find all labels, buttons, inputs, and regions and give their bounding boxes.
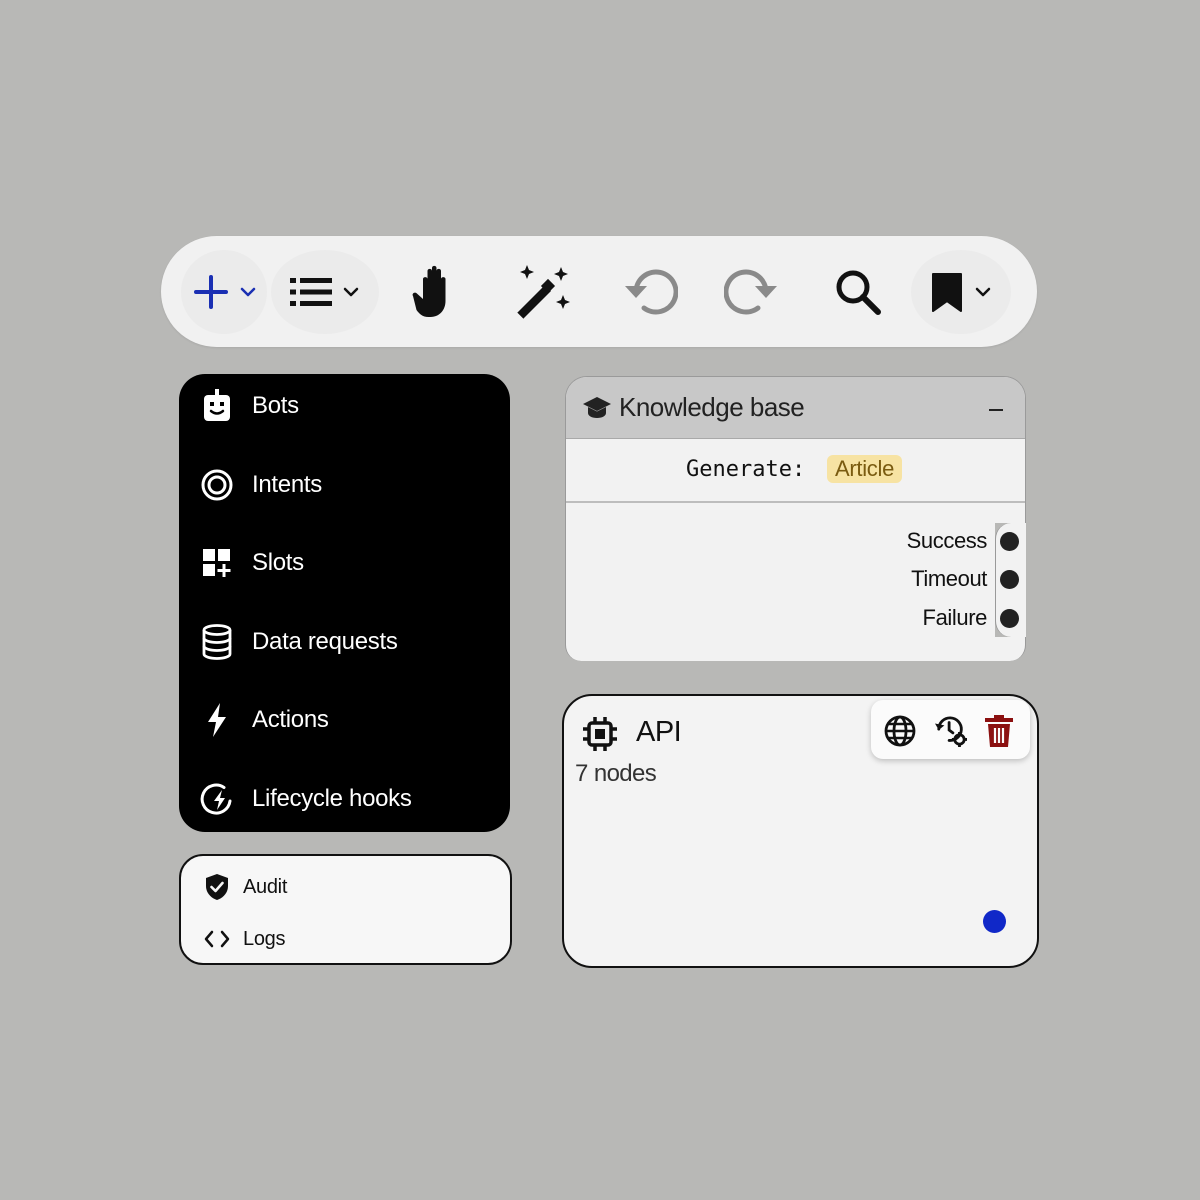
magic-wand-icon	[516, 265, 570, 320]
history-settings-button[interactable]	[935, 715, 967, 747]
list-button[interactable]	[271, 250, 379, 334]
sidebar-item-data-requests[interactable]: Data requests	[179, 614, 510, 670]
sidebar-item-lifecycle-hooks[interactable]: Lifecycle hooks	[179, 771, 510, 827]
node-action-bar	[871, 700, 1030, 759]
undo-icon	[625, 269, 678, 315]
sidebar-item-label: Actions	[252, 706, 329, 733]
chevron-down-icon	[975, 287, 991, 297]
output-port-timeout[interactable]	[1000, 570, 1019, 589]
bottom-menu: Audit Logs	[179, 854, 512, 965]
sidebar-item-label: Intents	[252, 471, 322, 498]
minimize-button[interactable]	[985, 401, 1007, 419]
output-label-timeout: Timeout	[911, 566, 987, 591]
magic-button[interactable]	[507, 256, 581, 328]
sidebar-item-label: Lifecycle hooks	[252, 785, 412, 812]
grid-plus-icon	[199, 545, 235, 581]
search-icon	[836, 270, 881, 315]
output-port-rail	[995, 523, 1027, 637]
robot-icon	[199, 388, 235, 424]
sidebar-item-intents[interactable]: Intents	[179, 457, 510, 513]
node-subtitle: 7 nodes	[575, 760, 657, 787]
minimize-icon	[989, 409, 1003, 411]
bookmark-button[interactable]	[911, 250, 1011, 334]
output-port-failure[interactable]	[1000, 609, 1019, 628]
sidebar-item-label: Bots	[252, 392, 299, 419]
menu-item-audit[interactable]: Audit	[181, 867, 510, 907]
undo-button[interactable]	[613, 256, 687, 328]
menu-item-label: Audit	[243, 875, 288, 898]
node-title: Knowledge base	[619, 392, 805, 422]
code-icon	[203, 925, 231, 953]
add-button[interactable]	[181, 250, 267, 334]
database-icon	[199, 624, 235, 660]
knowledge-base-node[interactable]: Knowledge base Generate: Article Success…	[565, 376, 1026, 661]
output-port-success[interactable]	[1000, 532, 1019, 551]
chip-icon	[581, 715, 619, 758]
cycle-lightning-icon	[199, 781, 235, 817]
toolbar	[161, 236, 1037, 347]
history-settings-icon	[935, 716, 967, 747]
sidebar: Bots Intents Slots Data requests Actions…	[179, 374, 510, 832]
target-icon	[199, 467, 235, 503]
pan-button[interactable]	[401, 256, 475, 328]
redo-button[interactable]	[715, 256, 789, 328]
node-title: API	[636, 716, 682, 748]
sidebar-item-slots[interactable]: Slots	[179, 535, 510, 591]
plus-icon	[194, 275, 228, 309]
bookmark-icon	[932, 273, 962, 312]
shield-check-icon	[203, 873, 231, 901]
connection-handle[interactable]	[983, 910, 1006, 933]
lightning-icon	[199, 702, 235, 738]
graduation-cap-icon	[582, 395, 612, 426]
sidebar-item-actions[interactable]: Actions	[179, 692, 510, 748]
sidebar-item-bots[interactable]: Bots	[179, 378, 510, 434]
output-label-success: Success	[906, 528, 988, 553]
output-label-failure: Failure	[922, 605, 988, 630]
generate-value-pill[interactable]: Article	[827, 455, 903, 483]
list-icon	[290, 278, 332, 306]
api-node[interactable]: API 7 nodes	[562, 694, 1039, 968]
trash-icon	[985, 715, 1013, 747]
search-button[interactable]	[821, 256, 895, 328]
delete-button[interactable]	[983, 715, 1015, 747]
generate-label: Generate:	[686, 457, 806, 482]
sidebar-item-label: Data requests	[252, 628, 398, 655]
menu-item-label: Logs	[243, 927, 286, 950]
redo-icon	[724, 269, 777, 315]
menu-item-logs[interactable]: Logs	[181, 919, 510, 959]
sidebar-item-label: Slots	[252, 549, 304, 576]
chevron-down-icon	[240, 287, 256, 297]
generate-row: Generate: Article	[566, 439, 1025, 503]
hand-icon	[412, 265, 446, 317]
node-header[interactable]: Knowledge base	[566, 377, 1025, 439]
chevron-down-icon	[343, 287, 359, 297]
globe-icon	[884, 715, 916, 747]
globe-button[interactable]	[884, 715, 916, 747]
